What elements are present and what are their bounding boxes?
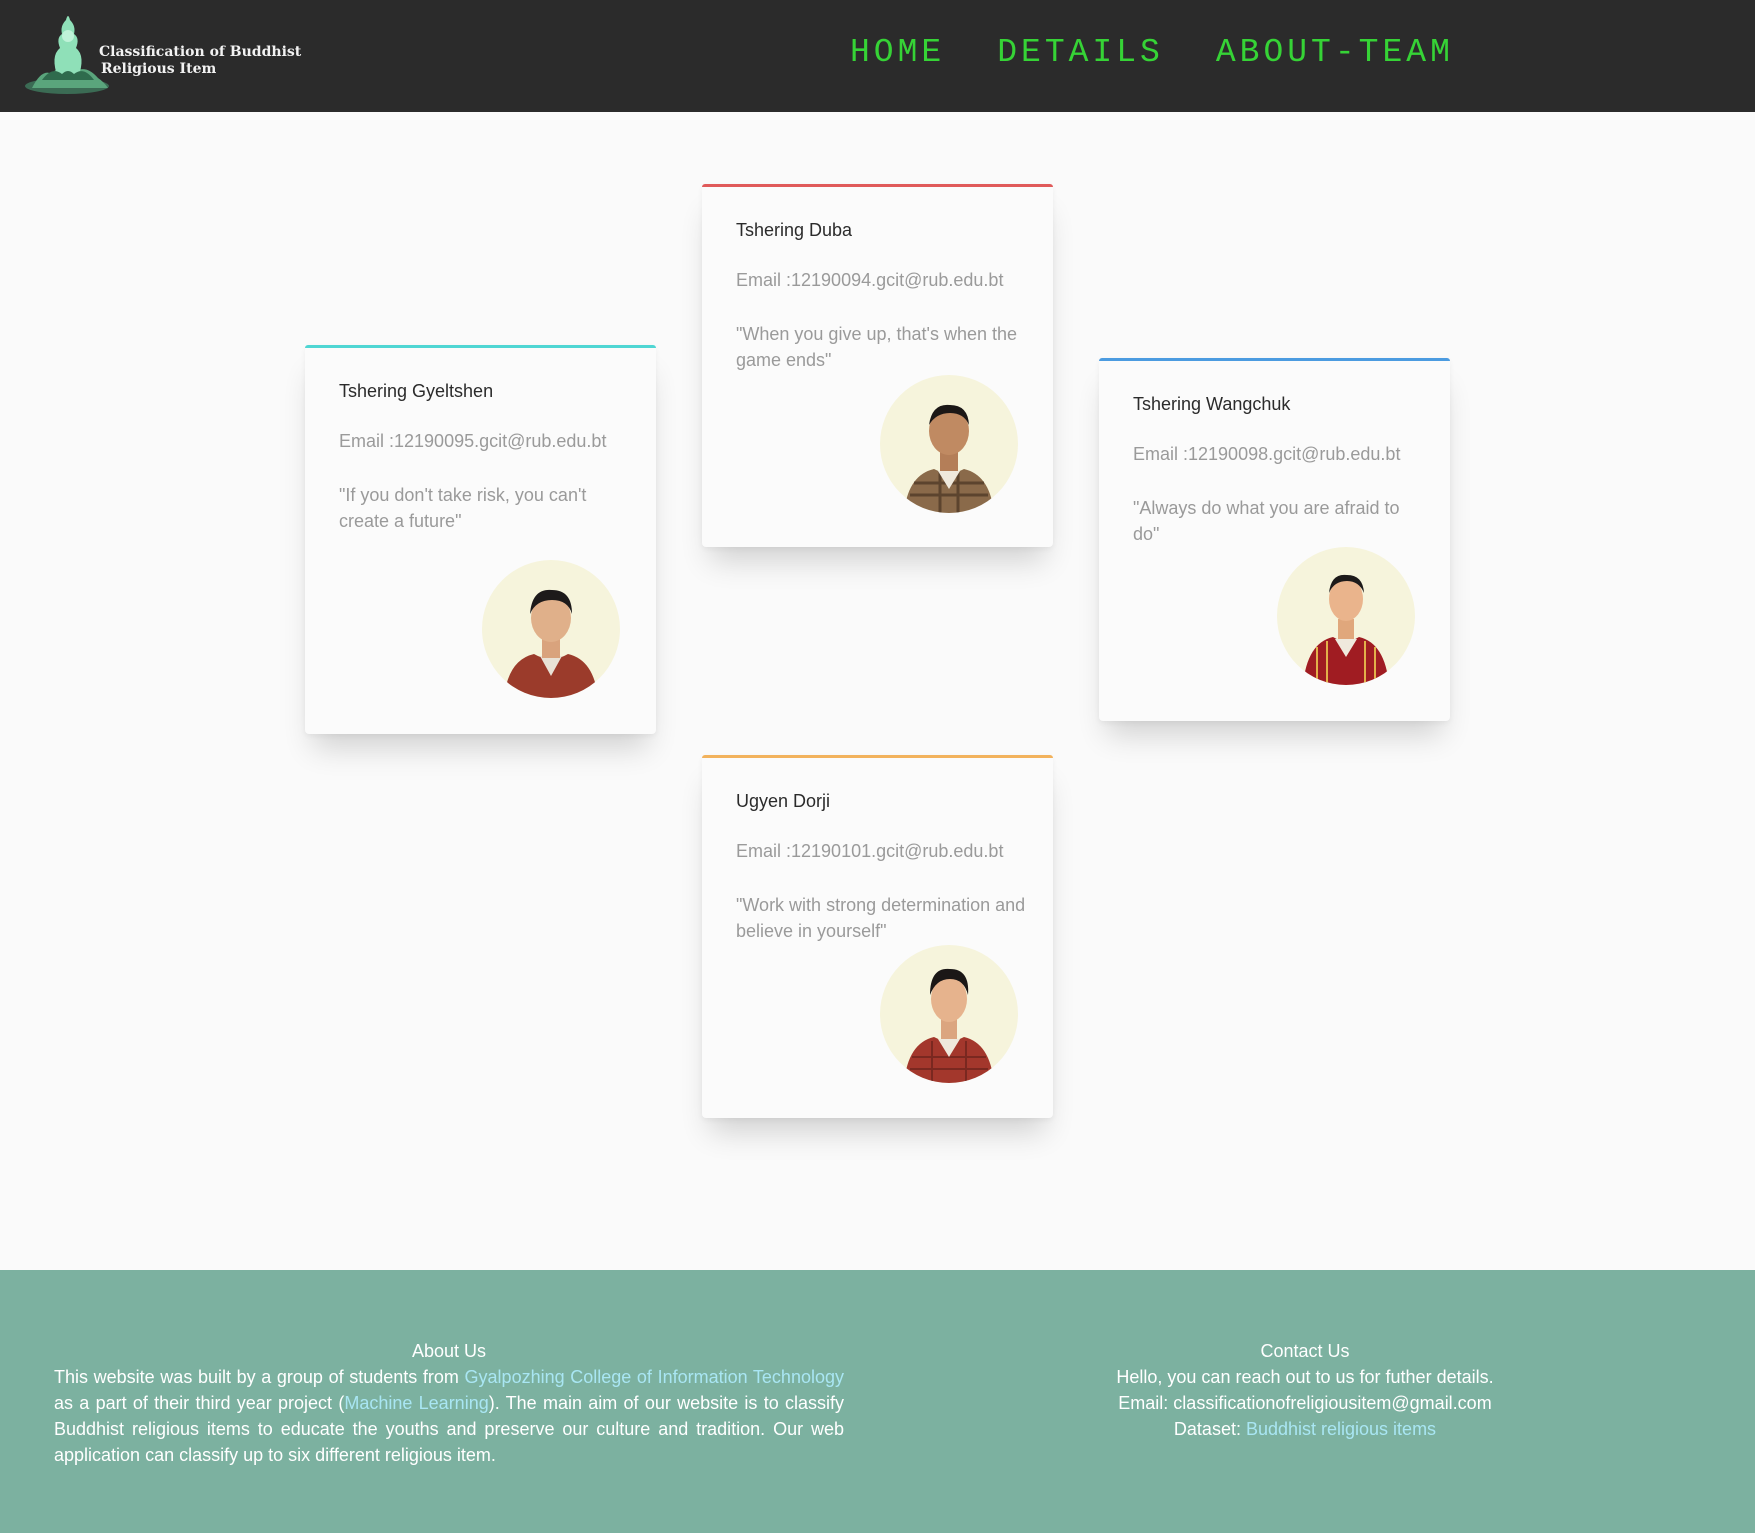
contact-us-section: Contact Us Hello, you can reach out to u… — [1025, 1338, 1585, 1442]
team-card: Tshering Wangchuk Email :12190098.gcit@r… — [1099, 358, 1450, 721]
contact-line: Hello, you can reach out to us for futhe… — [1116, 1367, 1494, 1387]
member-name: Ugyen Dorji — [736, 791, 831, 811]
member-quote: "When you give up, that's when the game … — [736, 324, 1017, 370]
member-quote: "Work with strong determination and beli… — [736, 895, 1026, 941]
team-card: Tshering Gyeltshen Email :12190095.gcit@… — [305, 345, 656, 734]
member-email: Email :12190095.gcit@rub.edu.bt — [339, 431, 607, 451]
member-avatar — [482, 560, 620, 698]
member-email: Email :12190094.gcit@rub.edu.bt — [736, 270, 1004, 290]
member-name: Tshering Wangchuk — [1133, 394, 1291, 414]
dataset-link[interactable]: Buddhist religious items — [1246, 1419, 1436, 1439]
member-email: Email :12190101.gcit@rub.edu.bt — [736, 841, 1004, 861]
portrait-photo-icon — [504, 589, 598, 698]
member-avatar — [1277, 547, 1415, 685]
portrait-photo-icon — [904, 968, 994, 1083]
college-link[interactable]: Gyalpozhing College of Information Techn… — [465, 1367, 844, 1387]
member-avatar — [880, 945, 1018, 1083]
member-avatar — [880, 375, 1018, 513]
card-accent-bar — [305, 345, 656, 348]
main-nav: HOME DETAILS ABOUT-TEAM — [850, 34, 1454, 71]
member-quote: "Always do what you are afraid to do" — [1133, 498, 1400, 544]
team-card: Tshering Duba Email :12190094.gcit@rub.e… — [702, 184, 1053, 547]
member-name: Tshering Duba — [736, 220, 853, 240]
site-logo[interactable]: Classification of Buddhist Religious Ite… — [22, 8, 322, 98]
site-footer: About Us This website was built by a gro… — [0, 1270, 1755, 1533]
nav-details-link[interactable]: DETAILS — [997, 34, 1164, 71]
card-accent-bar — [1099, 358, 1450, 361]
nav-about-team-link[interactable]: ABOUT-TEAM — [1216, 34, 1454, 71]
top-navbar: Classification of Buddhist Religious Ite… — [0, 0, 1755, 112]
member-email: Email :12190098.gcit@rub.edu.bt — [1133, 444, 1401, 464]
member-quote: "If you don't take risk, you can't creat… — [339, 485, 587, 531]
logo-title: Classification of Buddhist Religious Ite… — [99, 44, 302, 77]
dataset-line: Dataset: Buddhist religious items — [1173, 1419, 1437, 1439]
team-card: Ugyen Dorji Email :12190101.gcit@rub.edu… — [702, 755, 1053, 1118]
machine-learning-link[interactable]: Machine Learning — [344, 1393, 488, 1413]
portrait-photo-icon — [904, 404, 994, 513]
about-us-section: About Us This website was built by a gro… — [54, 1338, 844, 1468]
about-us-text: This website was built by a group of stu… — [54, 1367, 844, 1465]
nav-home-link[interactable]: HOME — [850, 34, 945, 71]
contact-email: Email: classificationofreligiousitem@gma… — [1118, 1393, 1492, 1413]
card-accent-bar — [702, 184, 1053, 187]
contact-us-title: Contact Us — [1260, 1341, 1350, 1361]
card-accent-bar — [702, 755, 1053, 758]
about-us-title: About Us — [411, 1341, 487, 1361]
portrait-photo-icon — [1303, 574, 1389, 685]
member-name: Tshering Gyeltshen — [339, 381, 494, 401]
